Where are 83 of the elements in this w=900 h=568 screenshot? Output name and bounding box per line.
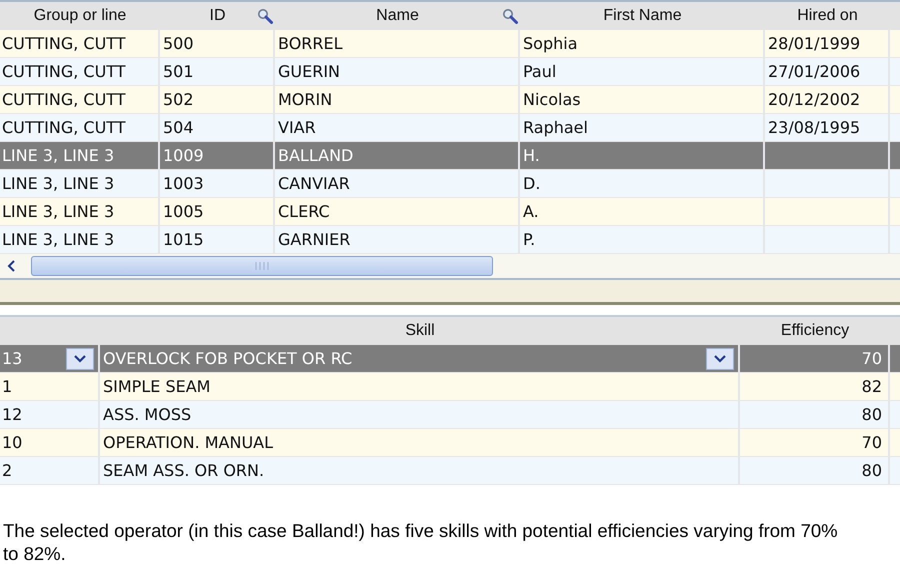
table-cell: LINE 3, LINE 3 [2,174,114,193]
search-icon[interactable] [502,8,518,24]
table-cell: 27/01/2006 [768,62,860,81]
table-cell: 80 [862,461,882,480]
table-row[interactable]: CUTTING, CUTT 504 VIAR Raphael 23/08/1995 [0,114,900,142]
table-cell: 13 [2,349,22,368]
table-cell: Paul [523,62,556,81]
table-cell: LINE 3, LINE 3 [2,202,114,221]
column-header[interactable]: ID [160,2,275,30]
table-cell: VIAR [278,118,316,137]
table-cell: BORREL [278,34,343,53]
table-cell: D. [523,174,540,193]
table-cell: GARNIER [278,230,350,249]
column-header[interactable]: Group or line [0,2,160,30]
column-header[interactable]: Hired on [765,2,890,30]
table-cell: CLERC [278,202,330,221]
column-header[interactable]: Name [275,2,520,30]
table-cell: 1 [2,377,12,396]
table-cell: 2 [2,461,12,480]
dropdown-button[interactable] [706,348,734,370]
scrollbar-thumb[interactable] [31,256,493,276]
table-cell: 23/08/1995 [768,118,860,137]
table-cell: 28/01/1999 [768,34,860,53]
search-icon[interactable] [257,8,273,24]
table-cell: LINE 3, LINE 3 [2,146,114,165]
table-row[interactable]: 1 SIMPLE SEAM 82 [0,373,900,401]
splitter-bar[interactable] [0,280,900,305]
table-cell: 502 [163,90,194,109]
table-cell: OVERLOCK FOB POCKET OR RC [103,349,352,368]
table-cell: ASS. MOSS [103,405,192,424]
table-cell: 10 [2,433,22,452]
table-cell: Raphael [523,118,588,137]
table-row[interactable]: 13 OVERLOCK FOB POCKET OR RC 70 [0,345,900,373]
table-row[interactable]: 10 OPERATION. MANUAL 70 [0,429,900,457]
table-cell: H. [523,146,540,165]
chevron-down-icon [714,354,726,362]
table-cell: 1005 [163,202,204,221]
table-cell: CUTTING, CUTT [2,90,126,109]
table-row[interactable]: CUTTING, CUTT 501 GUERIN Paul 27/01/2006 [0,58,900,86]
table-cell: CANVIAR [278,174,350,193]
table-cell: 500 [163,34,194,53]
table-cell: SEAM ASS. OR ORN. [103,461,264,480]
table-cell: 501 [163,62,194,81]
table-row[interactable]: LINE 3, LINE 3 1015 GARNIER P. [0,226,900,254]
table-cell: BALLAND [278,146,354,165]
table-row[interactable]: CUTTING, CUTT 500 BORREL Sophia 28/01/1999 [0,30,900,58]
table-cell: CUTTING, CUTT [2,118,126,137]
table-cell: 70 [862,433,882,452]
table-cell: OPERATION. MANUAL [103,433,274,452]
table-cell: CUTTING, CUTT [2,34,126,53]
table-cell: SIMPLE SEAM [103,377,210,396]
column-header[interactable]: Efficiency [740,317,890,345]
table-cell: 1003 [163,174,204,193]
table-cell: Sophia [523,34,578,53]
table-cell: 80 [862,405,882,424]
table-cell: CUTTING, CUTT [2,62,126,81]
chevron-down-icon [74,354,86,362]
table-cell: 1015 [163,230,204,249]
dropdown-button[interactable] [66,348,94,370]
table-cell: P. [523,230,536,249]
grip-icon [255,262,269,270]
table-cell: 82 [862,377,882,396]
scroll-left-icon[interactable] [7,260,17,272]
table-cell: 504 [163,118,194,137]
column-header[interactable]: Skill [100,317,740,345]
table-row[interactable]: LINE 3, LINE 3 1003 CANVIAR D. [0,170,900,198]
table-cell: Nicolas [523,90,581,109]
table-cell: A. [523,202,539,221]
table-cell: 1009 [163,146,204,165]
horizontal-scrollbar[interactable] [0,254,900,280]
table-row[interactable]: LINE 3, LINE 3 1005 CLERC A. [0,198,900,226]
table-row[interactable]: 2 SEAM ASS. OR ORN. 80 [0,457,900,485]
caption-text: The selected operator (in this case Balland!) has five skills with potential efficiencies varying from 70% to 82%. [3,519,839,565]
table-row[interactable]: 12 ASS. MOSS 80 [0,401,900,429]
table-cell: 70 [862,349,882,368]
table-cell: 20/12/2002 [768,90,860,109]
column-header[interactable]: First Name [520,2,765,30]
table-row[interactable]: CUTTING, CUTT 502 MORIN Nicolas 20/12/2002 [0,86,900,114]
table-cell: 12 [2,405,22,424]
table-cell: MORIN [278,90,332,109]
table-cell: GUERIN [278,62,340,81]
table-cell: LINE 3, LINE 3 [2,230,114,249]
table-row[interactable]: LINE 3, LINE 3 1009 BALLAND H. [0,142,900,170]
